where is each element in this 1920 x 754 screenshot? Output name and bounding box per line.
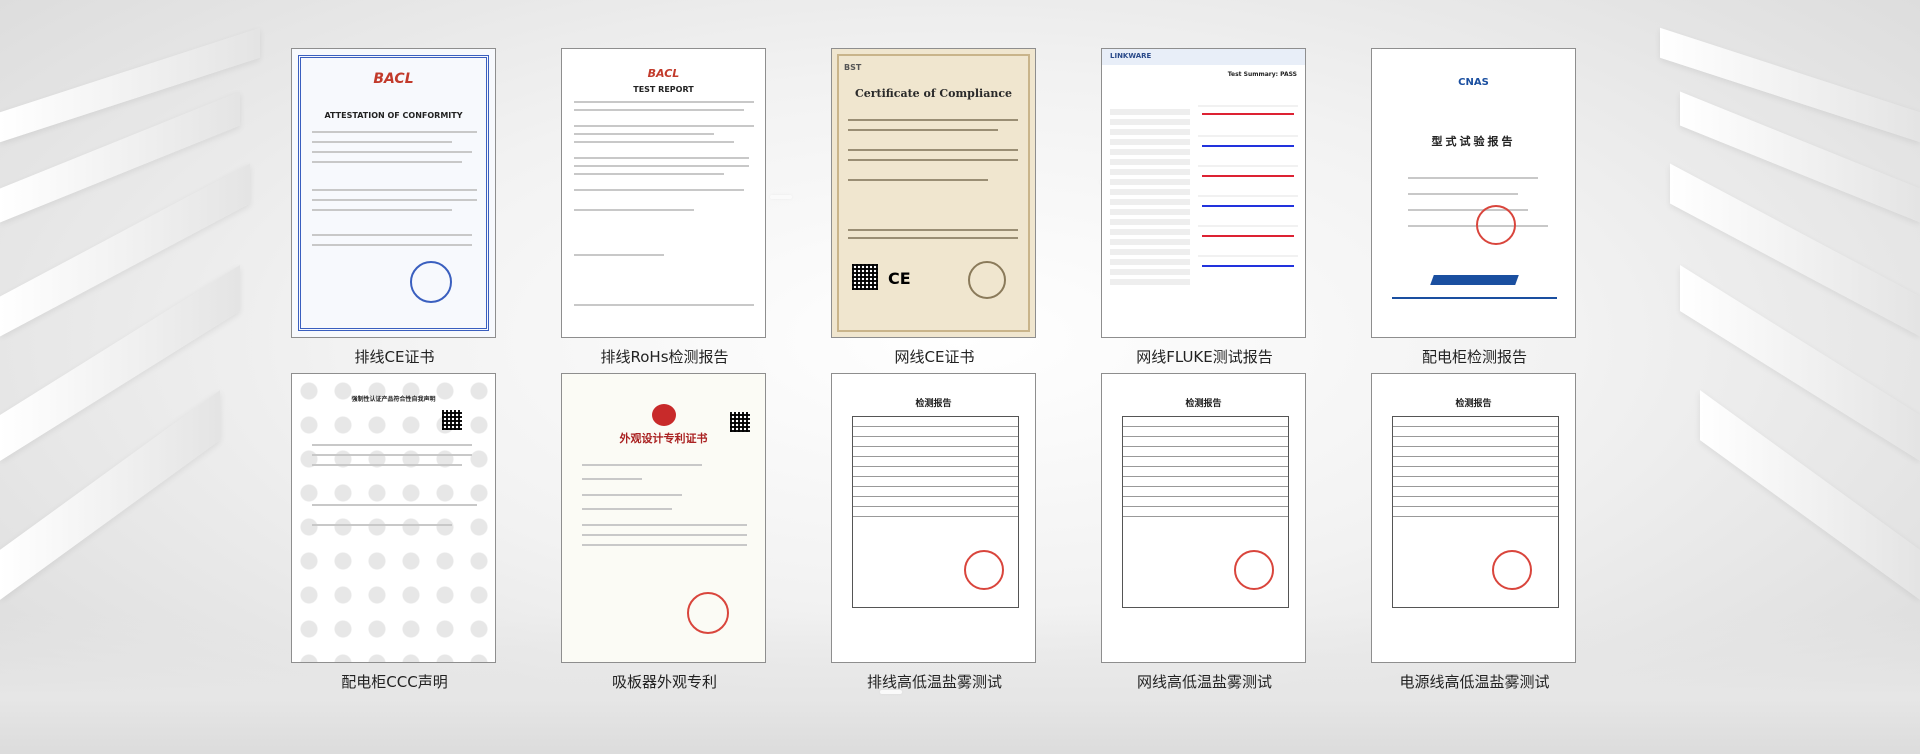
- certificate-image[interactable]: 检测报告: [1101, 373, 1306, 663]
- logo-text: BACL: [373, 71, 414, 87]
- certificate-image[interactable]: BACL TEST REPORT: [561, 48, 766, 338]
- seal-icon: [410, 261, 452, 303]
- certificate-caption: 排线RoHs检测报告: [600, 348, 729, 366]
- certificate-heading: 检测报告: [915, 399, 952, 409]
- certificate-image[interactable]: BACL ATTESTATION OF CONFORMITY: [291, 48, 496, 338]
- certificate-image[interactable]: 外观设计专利证书: [561, 373, 766, 663]
- floor-dash: [770, 195, 792, 199]
- certificate-item[interactable]: 检测报告 电源线高低温盐雾测试: [1371, 373, 1578, 692]
- certificate-item[interactable]: BACL ATTESTATION OF CONFORMITY 排线CE证书: [291, 48, 498, 367]
- certificate-item[interactable]: BACL TEST REPORT 排线RoHs检测报告: [561, 48, 768, 367]
- certificate-heading: 检测报告: [1185, 399, 1222, 409]
- certificate-caption: 电源线高低温盐雾测试: [1399, 673, 1550, 691]
- emblem-icon: [652, 404, 676, 426]
- certificate-caption: 网线FLUKE测试报告: [1136, 348, 1273, 366]
- certificate-item[interactable]: 强制性认证产品符合性自我声明 配电柜CCC声明: [291, 373, 498, 692]
- certificate-caption: 配电柜检测报告: [1421, 348, 1527, 366]
- ce-mark-icon: CE: [888, 269, 911, 288]
- certificate-heading: 检测报告: [1455, 399, 1492, 409]
- qr-code-icon: [442, 410, 462, 430]
- logo-text: BACL: [647, 67, 680, 80]
- seal-icon: [964, 550, 1004, 590]
- logo-text: LINKWARE: [1110, 52, 1152, 60]
- certificate-item[interactable]: CNAS 型式试验报告 配电柜检测报告: [1371, 48, 1578, 367]
- certificate-image[interactable]: 检测报告: [831, 373, 1036, 663]
- certificate-image[interactable]: BST Certificate of Compliance CE: [831, 48, 1036, 338]
- logo-text: BST: [844, 63, 862, 72]
- certificate-caption: 排线高低温盐雾测试: [866, 673, 1002, 691]
- seal-icon: [1234, 550, 1274, 590]
- certificate-item[interactable]: BST Certificate of Compliance CE 网线CE证书: [831, 48, 1038, 367]
- certificate-heading: TEST REPORT: [633, 85, 694, 94]
- certificate-caption: 排线CE证书: [354, 348, 435, 366]
- certificate-caption: 网线高低温盐雾测试: [1136, 673, 1272, 691]
- certificate-heading: Certificate of Compliance: [854, 87, 1013, 100]
- certificate-heading: 外观设计专利证书: [619, 432, 708, 445]
- certificate-item[interactable]: LINKWARE Test Summary: PASS 网线FLUKE测试报告: [1101, 48, 1308, 367]
- certificate-image[interactable]: 强制性认证产品符合性自我声明: [291, 373, 496, 663]
- qr-code-icon: [730, 412, 750, 432]
- report-table: [1392, 416, 1559, 608]
- certificate-caption: 吸板器外观专利: [611, 673, 717, 691]
- certificate-caption: 网线CE证书: [894, 348, 975, 366]
- certificate-heading: 型式试验报告: [1431, 135, 1516, 148]
- logo-text: CNAS: [1458, 77, 1489, 88]
- certificate-heading: Test Summary: PASS: [1227, 71, 1297, 78]
- certificate-image[interactable]: CNAS 型式试验报告: [1371, 48, 1576, 338]
- certificate-image[interactable]: 检测报告: [1371, 373, 1576, 663]
- certificate-heading: ATTESTATION OF CONFORMITY: [324, 111, 463, 120]
- certificate-item[interactable]: 检测报告 网线高低温盐雾测试: [1101, 373, 1308, 692]
- certificate-heading: 强制性认证产品符合性自我声明: [351, 396, 436, 403]
- certificate-caption: 配电柜CCC声明: [341, 673, 448, 691]
- seal-icon: [1492, 550, 1532, 590]
- seal-icon: [968, 261, 1006, 299]
- certificate-item[interactable]: 外观设计专利证书 吸板器外观专利: [561, 373, 768, 692]
- certificate-item[interactable]: 检测报告 排线高低温盐雾测试: [831, 373, 1038, 692]
- seal-icon: [687, 592, 729, 634]
- qr-code-icon: [852, 264, 878, 290]
- seal-icon: [1476, 205, 1516, 245]
- certificate-image[interactable]: LINKWARE Test Summary: PASS: [1101, 48, 1306, 338]
